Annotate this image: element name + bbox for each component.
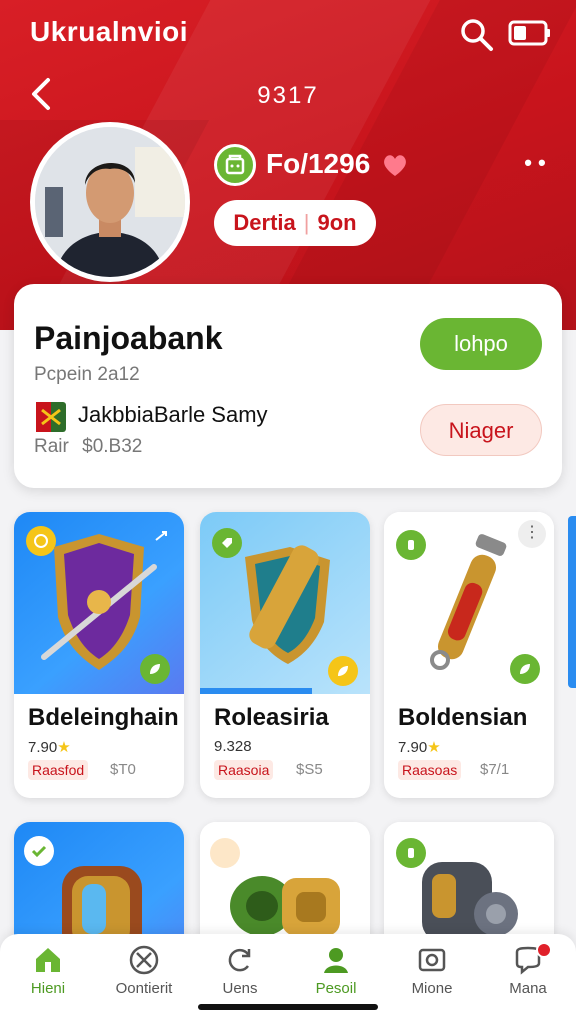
- nav-label: Uens: [222, 980, 258, 997]
- nav-item-profile[interactable]: Pesoil: [288, 944, 384, 1010]
- profile-subtitle: Pcpein 2a12: [34, 364, 140, 385]
- favorite-button[interactable]: [380, 150, 410, 180]
- item-card[interactable]: ⋮ Boldensian 7.90★ Raasoas $7/1: [384, 512, 554, 798]
- more-options-button[interactable]: • •: [520, 150, 550, 176]
- item-tag: Raasfod: [28, 760, 89, 780]
- item-image: [200, 512, 370, 694]
- app-title: Ukrualnvioi: [30, 16, 188, 47]
- battery-icon: [508, 20, 550, 46]
- star-icon: ★: [57, 739, 71, 756]
- item-rating: 7.90★: [398, 739, 441, 756]
- item-name: Roleasiria: [214, 704, 329, 731]
- leaf-icon: [328, 656, 358, 686]
- nav-item-content[interactable]: Oontierit: [96, 944, 192, 1010]
- nav-item-home[interactable]: Hieni: [0, 944, 96, 1010]
- heart-icon: [384, 155, 406, 176]
- status-pill-left: Dertia: [233, 210, 296, 235]
- next-card-peek: [568, 516, 576, 688]
- item-name: Boldensian: [398, 704, 528, 731]
- header-code: 9317: [257, 82, 319, 109]
- leaf-icon: [510, 654, 540, 684]
- pill-divider: |: [303, 210, 310, 235]
- item-name: Bdeleinghain: [28, 704, 179, 731]
- profile-name: Painjoabank: [34, 320, 223, 356]
- stat-badge: [214, 144, 256, 186]
- search-icon: [461, 19, 493, 51]
- item-tag: Raasoia: [214, 760, 274, 780]
- search-button[interactable]: [458, 16, 496, 54]
- person-portrait-icon: [35, 127, 185, 277]
- star-icon: ★: [427, 739, 441, 756]
- nav-item-mana[interactable]: Mana: [480, 942, 576, 1010]
- home-icon: [36, 948, 60, 972]
- nav-item-mione[interactable]: Mione: [384, 944, 480, 1010]
- profile-card: Painjoabank Pcpein 2a12 JakbbiaBarle Sam…: [14, 284, 562, 488]
- bag-icon: [225, 154, 245, 175]
- item-card[interactable]: Bdeleinghain 7.90★ Raasfod $T0: [14, 512, 184, 798]
- nav-label: Pesoil: [315, 980, 357, 997]
- price-value: $0.B32: [82, 436, 143, 457]
- item-price: $T0: [110, 761, 136, 778]
- price-label: Rair: [34, 436, 69, 457]
- item-card[interactable]: Roleasiria 9.328 Raasoia $S5: [200, 512, 370, 798]
- item-rating: 7.90★: [28, 739, 71, 756]
- price-row: Rair $0.B32: [34, 436, 142, 458]
- leaf-icon: [140, 654, 170, 684]
- camera-icon: [418, 948, 446, 972]
- item-price: $S5: [296, 761, 323, 778]
- person-icon: [324, 948, 348, 973]
- tools-icon: [129, 945, 159, 975]
- avatar-photo: [35, 127, 185, 277]
- item-image: [14, 512, 184, 694]
- secondary-action-button[interactable]: Niager: [420, 404, 542, 456]
- nav-label: Mione: [411, 980, 453, 997]
- item-rating: 9.328: [214, 738, 252, 755]
- nav-label: Mana: [509, 980, 547, 997]
- card-more-button[interactable]: ⋮: [518, 520, 546, 548]
- org-name: JakbbiaBarle Samy: [78, 402, 268, 427]
- bottom-navigation: Hieni Oontierit Uens Pesoil Mione Mana: [0, 934, 576, 1024]
- primary-action-button[interactable]: lohpo: [420, 318, 542, 370]
- nav-label: Oontierit: [115, 980, 173, 997]
- refresh-icon: [228, 948, 251, 972]
- notification-badge: [536, 942, 552, 958]
- org-logo-icon: [34, 400, 68, 434]
- item-tag: Raasoas: [398, 760, 462, 780]
- progress-bar: [200, 688, 312, 694]
- dots-icon: • •: [524, 150, 546, 175]
- status-pill-right: 9on: [317, 210, 357, 235]
- nav-item-uens[interactable]: Uens: [192, 944, 288, 1010]
- avatar[interactable]: [30, 122, 190, 282]
- nav-label: Hieni: [30, 980, 66, 997]
- stat-value: Fo/1296: [266, 148, 371, 179]
- battery-indicator: [508, 18, 552, 48]
- item-price: $7/1: [480, 761, 510, 778]
- home-indicator: [198, 1004, 378, 1010]
- status-pill[interactable]: Dertia | 9on: [214, 200, 376, 246]
